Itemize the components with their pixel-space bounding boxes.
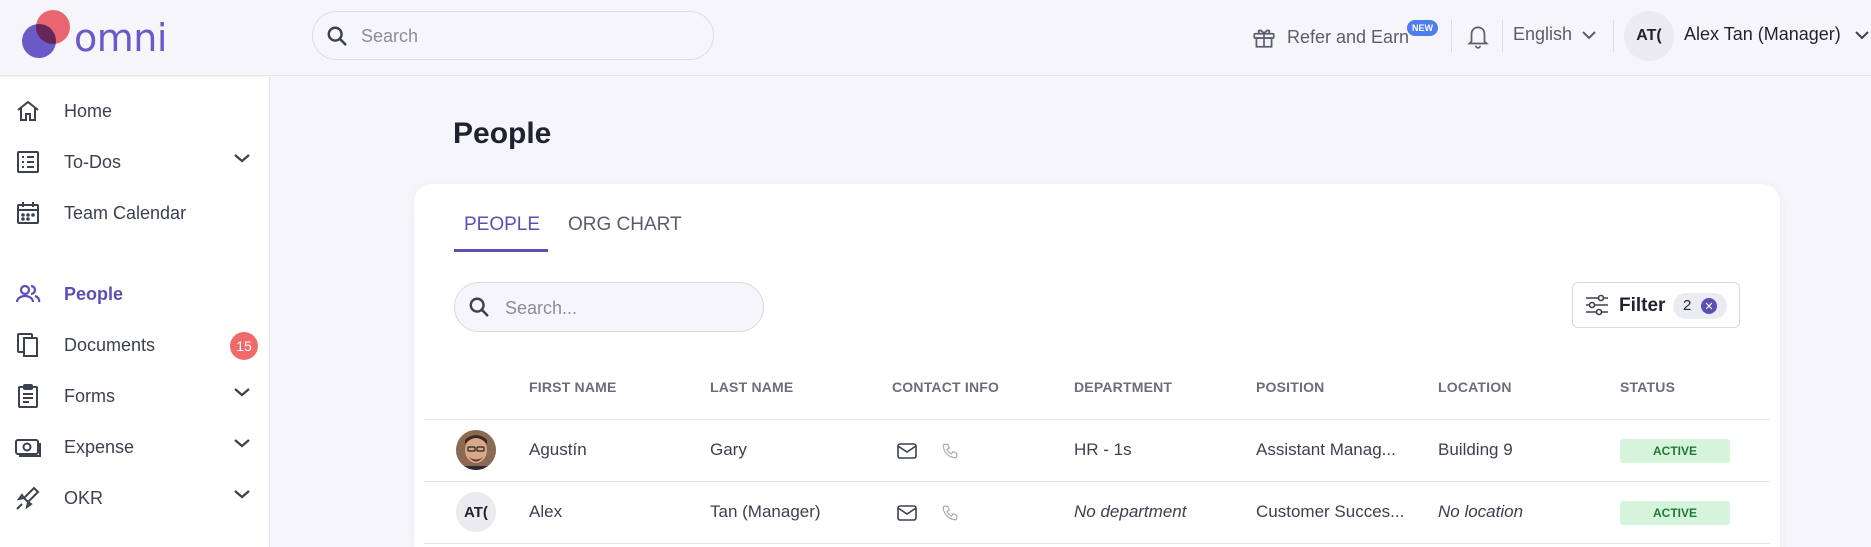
- refer-and-earn-link[interactable]: Refer and Earn: [1251, 22, 1409, 52]
- cell-first-name: Alex: [529, 502, 563, 521]
- cell-position: Assistant Manag...: [1256, 440, 1396, 459]
- user-name-label: Alex Tan (Manager): [1684, 24, 1841, 44]
- sidebar-item-label: OKR: [64, 487, 104, 508]
- phone-icon[interactable]: [941, 442, 959, 460]
- filter-count-pill: 2 ✕: [1673, 293, 1727, 319]
- filter-button[interactable]: Filter 2 ✕: [1572, 282, 1740, 328]
- email-icon[interactable]: [897, 443, 917, 459]
- chevron-down-icon: [234, 388, 250, 397]
- sidebar-item-label: Team Calendar: [64, 202, 187, 223]
- user-menu[interactable]: Alex Tan (Manager): [1684, 24, 1869, 45]
- active-tab-indicator: [454, 249, 548, 252]
- rocket-icon: [16, 486, 40, 510]
- cell-last-name: Tan (Manager): [710, 502, 821, 521]
- home-icon: [17, 100, 39, 121]
- search-icon: [469, 297, 489, 317]
- tab-people[interactable]: PEOPLE: [464, 214, 540, 236]
- top-bar: omni Refer and Earn NEW English AT( Alex…: [0, 0, 1871, 76]
- sidebar-item-expense[interactable]: Expense: [0, 423, 270, 471]
- status-badge: ACTIVE: [1620, 439, 1730, 463]
- cell-first-name: Agustín: [529, 440, 587, 459]
- column-header-position[interactable]: POSITION: [1256, 379, 1325, 395]
- column-header-contact-info: CONTACT INFO: [892, 379, 1000, 395]
- bell-icon[interactable]: [1465, 22, 1491, 50]
- sidebar-item-label: People: [64, 283, 124, 304]
- logo-circle-coral: [36, 10, 70, 44]
- search-icon: [327, 26, 347, 46]
- column-header-last-name[interactable]: LAST NAME: [710, 379, 793, 395]
- column-header-location[interactable]: LOCATION: [1438, 379, 1512, 395]
- filter-label: Filter: [1619, 295, 1666, 316]
- row-divider: [424, 543, 1770, 544]
- cell-location: No location: [1438, 502, 1524, 521]
- sidebar: Home To-Dos Team Calendar People Documen…: [0, 77, 270, 547]
- sidebar-item-label: To-Dos: [64, 151, 122, 172]
- tab-org-chart[interactable]: ORG CHART: [568, 214, 682, 236]
- row-divider: [424, 481, 1770, 482]
- status-badge: ACTIVE: [1620, 501, 1730, 525]
- clipboard-icon: [18, 384, 38, 408]
- phone-icon[interactable]: [941, 504, 959, 522]
- checklist-icon: [17, 151, 39, 173]
- sidebar-item-label: Forms: [64, 385, 115, 406]
- cell-position: Customer Succes...: [1256, 502, 1405, 521]
- people-search-input[interactable]: [505, 296, 745, 320]
- header-divider: [424, 419, 1770, 420]
- chevron-down-icon: [234, 439, 250, 448]
- people-card: PEOPLE ORG CHART Filter 2 ✕ FIRST NAME L…: [414, 184, 1780, 547]
- money-icon: [15, 439, 41, 457]
- clear-filter-icon[interactable]: ✕: [1701, 298, 1717, 314]
- cell-department: HR - 1s: [1074, 440, 1132, 459]
- sidebar-item-okr[interactable]: OKR: [0, 474, 270, 522]
- omni-logo[interactable]: omni: [22, 10, 182, 60]
- documents-count-badge: 15: [230, 332, 258, 360]
- chevron-down-icon: [1855, 30, 1869, 39]
- email-icon[interactable]: [897, 505, 917, 521]
- sidebar-item-team-calendar[interactable]: Team Calendar: [0, 189, 270, 237]
- page-title: People: [453, 117, 552, 150]
- sidebar-item-label: Expense: [64, 436, 135, 457]
- gift-icon: [1253, 29, 1275, 48]
- sidebar-item-label: Home: [64, 100, 113, 121]
- global-search[interactable]: [312, 11, 714, 60]
- chevron-down-icon: [1582, 30, 1596, 39]
- sidebar-item-documents[interactable]: Documents 15: [0, 321, 270, 369]
- cell-last-name: Gary: [710, 440, 747, 459]
- new-badge: NEW: [1407, 20, 1438, 36]
- people-icon: [15, 284, 41, 303]
- cell-department: No department: [1074, 502, 1187, 521]
- chevron-down-icon: [234, 490, 250, 499]
- sidebar-item-label: Documents: [64, 334, 156, 355]
- filter-count: 2: [1683, 297, 1692, 314]
- documents-icon: [17, 333, 38, 357]
- divider: [1502, 20, 1503, 52]
- global-search-input[interactable]: [361, 24, 691, 48]
- column-header-first-name[interactable]: FIRST NAME: [529, 379, 617, 395]
- avatar: [456, 430, 496, 470]
- sliders-icon: [1586, 294, 1608, 316]
- user-avatar[interactable]: AT(: [1624, 11, 1674, 61]
- avatar: AT(: [456, 492, 496, 532]
- calendar-icon: [17, 202, 39, 224]
- sidebar-item-todos[interactable]: To-Dos: [0, 138, 270, 186]
- column-header-department[interactable]: DEPARTMENT: [1074, 379, 1172, 395]
- column-header-status[interactable]: STATUS: [1620, 379, 1675, 395]
- people-search[interactable]: [454, 282, 764, 332]
- logo-wordmark: omni: [74, 16, 167, 60]
- divider: [1613, 20, 1614, 52]
- divider: [1451, 20, 1452, 52]
- sidebar-item-forms[interactable]: Forms: [0, 372, 270, 420]
- chevron-down-icon: [234, 154, 250, 163]
- language-select[interactable]: English: [1513, 24, 1596, 45]
- language-label: English: [1513, 24, 1573, 44]
- person-photo-icon: [456, 430, 496, 470]
- sidebar-item-home[interactable]: Home: [0, 87, 270, 135]
- sidebar-item-people[interactable]: People: [0, 270, 270, 318]
- cell-location: Building 9: [1438, 440, 1513, 459]
- refer-label: Refer and Earn: [1287, 26, 1410, 47]
